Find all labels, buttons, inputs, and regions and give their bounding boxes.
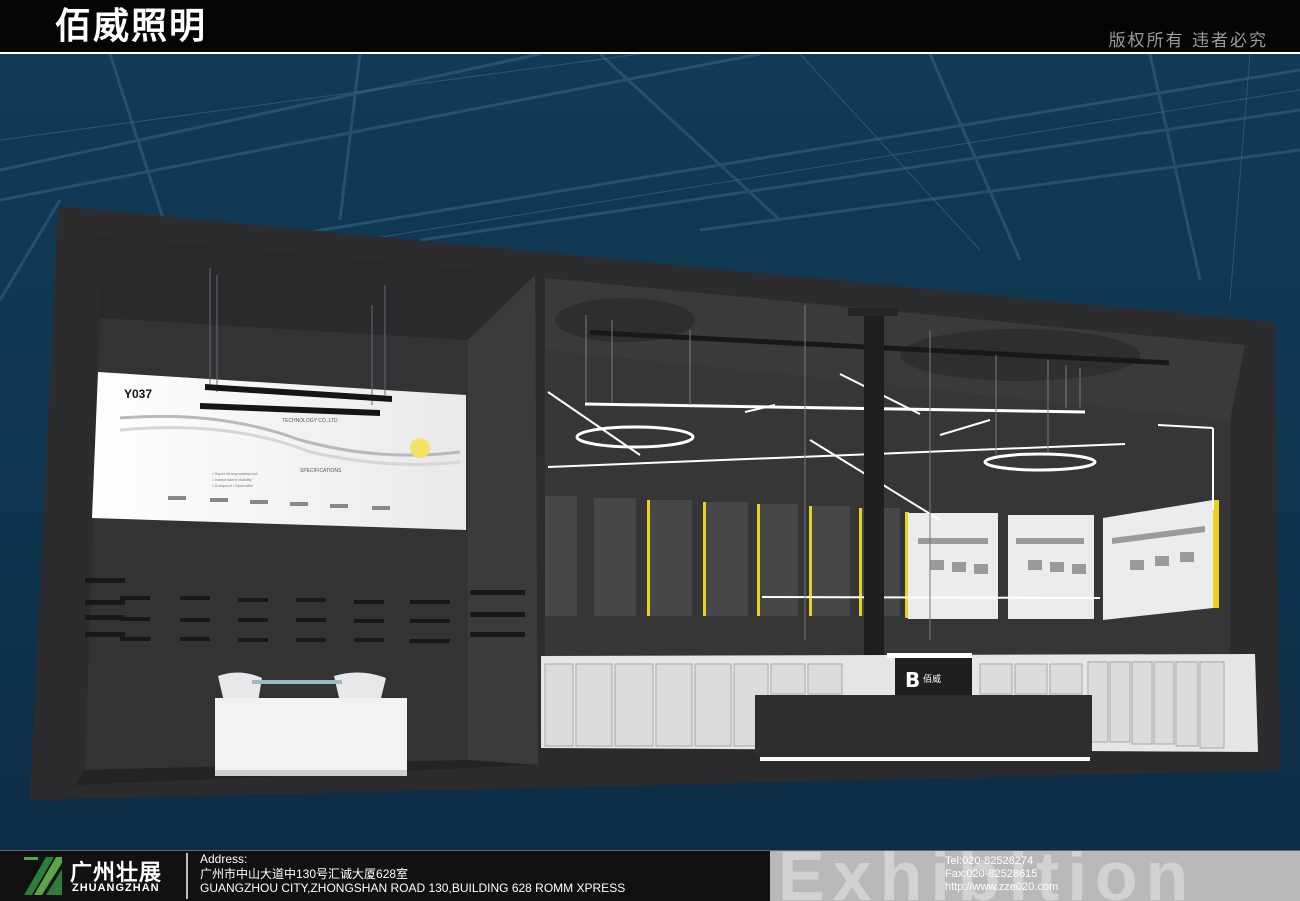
header-bar: 佰威照明 版权所有 违者必究 — [0, 0, 1300, 54]
central-column — [864, 312, 884, 697]
meeting-desk-shadow — [215, 770, 407, 776]
lounge-chair-right — [334, 672, 386, 702]
counter-sign-edge — [887, 653, 972, 658]
fax-text: Fax:020-82528615 — [945, 868, 1038, 880]
tel-text: Tel:020-82528274 — [945, 855, 1034, 867]
booth-rendering: Y037 TECHNOLOGY CO.,LTD SPECIFICATIONS •… — [0, 54, 1300, 850]
lounge-chair-left — [218, 672, 262, 702]
address-cn: 广州市中山大道中130号汇诚大厦628室 — [200, 867, 409, 881]
screen-model-text: Y037 — [124, 387, 152, 401]
footer-divider — [186, 853, 188, 899]
address-label: Address: — [200, 852, 248, 866]
column-cap — [848, 308, 898, 316]
screen-feature-3: • Dustproof / Dimmable — [212, 483, 254, 488]
reception-counter — [755, 695, 1092, 757]
meeting-desk — [215, 698, 407, 776]
company-name-en: ZHUANGZHAN — [72, 882, 160, 894]
counter-logo-b: B — [905, 668, 920, 692]
brand-title: 佰威照明 — [55, 6, 208, 47]
zhuangzhan-logo-icon — [24, 857, 62, 895]
left-room-right-wall — [468, 275, 538, 765]
footer-bar: 广州壮展 ZHUANGZHAN Address: 广州市中山大道中130号汇诚大… — [0, 850, 1300, 901]
counter-logo-text: 佰威 — [923, 673, 941, 685]
copyright-notice: 版权所有 违者必究 — [1108, 31, 1268, 51]
counter-light-strip — [760, 757, 1090, 761]
screen-feature-1: • Super strong waterproof — [212, 471, 258, 476]
website-text: http://www.zze020.com — [945, 881, 1059, 893]
meeting-table-glass — [252, 680, 342, 684]
screen-lamp-glow — [410, 438, 430, 458]
address-en: GUANGZHOU CITY,ZHONGSHAN ROAD 130,BUILDI… — [200, 881, 626, 895]
screen-company-text: TECHNOLOGY CO.,LTD — [282, 418, 338, 424]
screen-feature-2: • Independent visibility — [212, 477, 252, 482]
screen-spec-text: SPECIFICATIONS — [300, 468, 342, 474]
